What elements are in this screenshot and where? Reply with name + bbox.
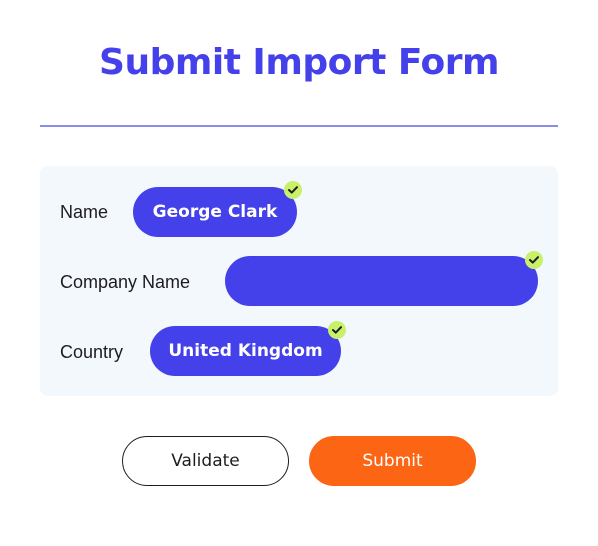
submit-button[interactable]: Submit	[309, 436, 476, 486]
validate-button[interactable]: Validate	[122, 436, 289, 486]
import-form-card: Submit Import Form Name George Clark Com…	[0, 0, 598, 546]
company-name-check-icon	[525, 251, 543, 269]
name-value-chip[interactable]: George Clark	[133, 187, 297, 237]
company-name-label: Company Name	[60, 272, 191, 292]
name-label: Name	[60, 202, 109, 222]
name-check-icon	[284, 181, 302, 199]
company-name-value-chip[interactable]	[225, 256, 538, 306]
country-value-chip[interactable]: United Kingdom	[150, 326, 341, 376]
form-title: Submit Import Form	[99, 42, 499, 83]
country-check-icon	[328, 321, 346, 339]
country-label: Country	[60, 342, 124, 362]
title-divider	[40, 125, 558, 127]
